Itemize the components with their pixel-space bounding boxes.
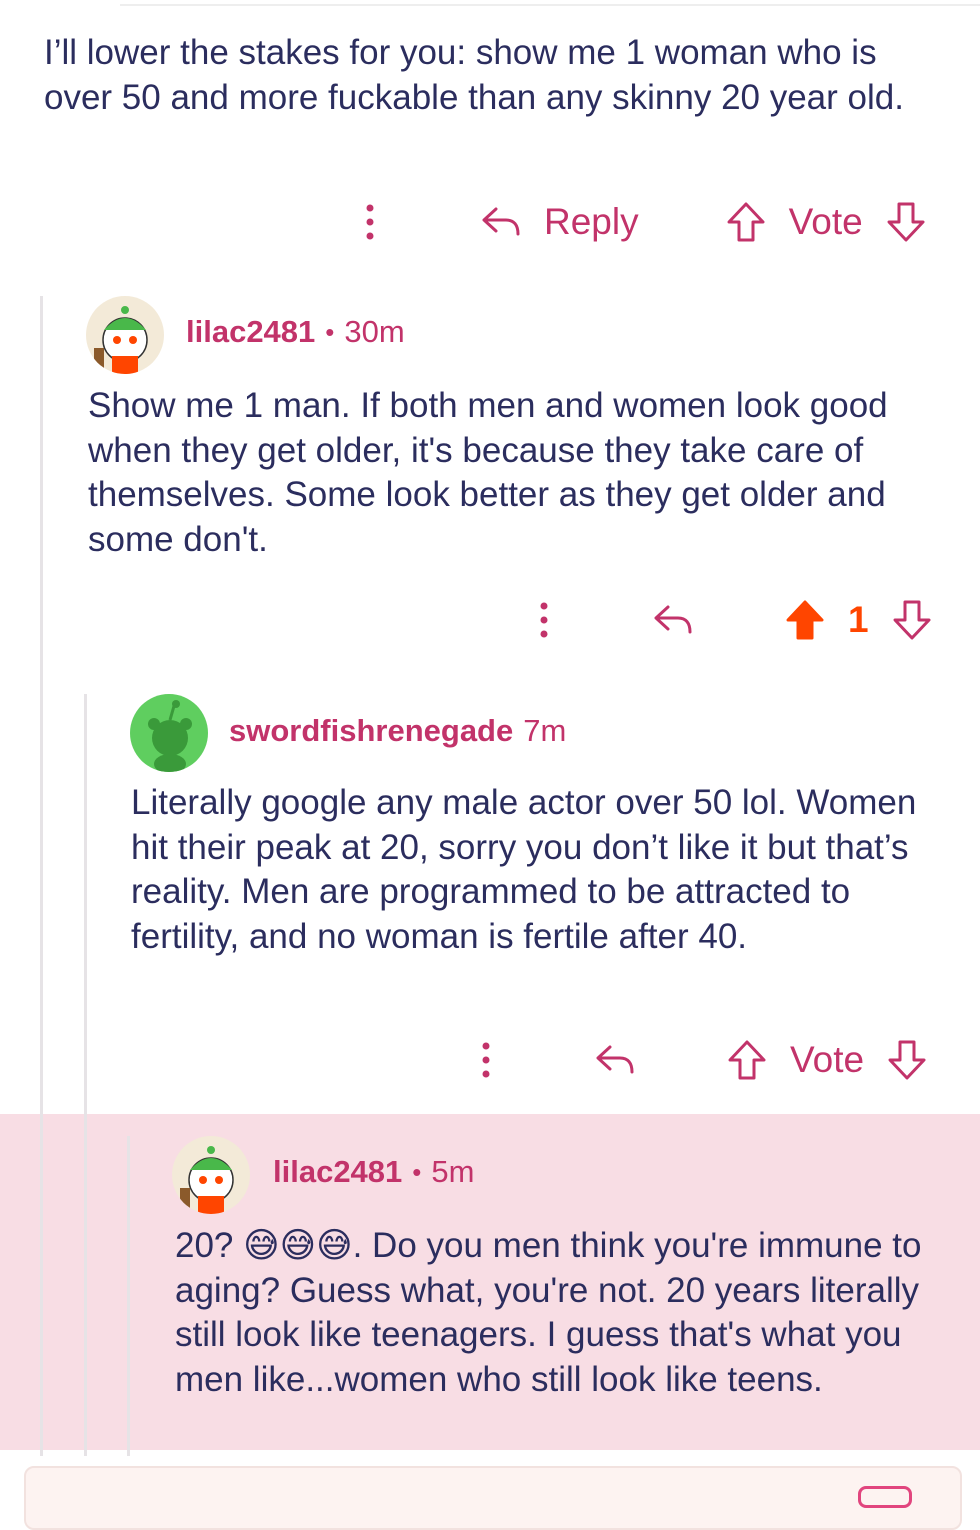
comment-1-more-button[interactable] — [356, 204, 384, 240]
reply-arrow-icon — [482, 207, 520, 236]
comment-3-actions: Vote — [472, 1034, 928, 1086]
downvote-arrow-icon — [893, 600, 931, 640]
comment-3-vote-label: Vote — [790, 1039, 865, 1080]
downvote-arrow-icon — [888, 1040, 926, 1080]
comment-3: Literally google any male actor over 50 … — [131, 781, 941, 959]
comment-3-downvote-button[interactable] — [886, 1038, 928, 1082]
snoo-avatar-icon — [94, 306, 148, 374]
comment-1-vote-label: Vote — [788, 201, 863, 242]
comment-2-username[interactable]: lilac2481 — [186, 314, 315, 350]
comment-1-actions: Reply Vote — [356, 196, 927, 248]
snoo-avatar-icon — [180, 1146, 234, 1214]
reply-label: Reply — [544, 201, 639, 242]
avatar-partial[interactable] — [48, 0, 114, 20]
reply-arrow-icon — [654, 605, 692, 634]
comment-2-actions: 1 — [530, 594, 933, 646]
comment-4: 20? 😅😅😅. Do you men think you're immune … — [175, 1224, 945, 1402]
comment-1: I’ll lower the stakes for you: show me 1… — [44, 31, 954, 120]
comment-2: Show me 1 man. If both men and women loo… — [88, 384, 948, 562]
comment-4-avatar[interactable] — [172, 1136, 250, 1214]
comment-2-reply-button[interactable] — [652, 602, 694, 638]
reply-arrow-icon — [596, 1045, 634, 1074]
comment-4-meta: lilac2481 • 5m — [273, 1154, 474, 1190]
comment-3-meta: swordfishrenegade 7m — [229, 713, 566, 749]
comment-3-time: 7m — [523, 713, 567, 748]
comment-2-meta: lilac2481 • 30m — [186, 314, 405, 350]
more-vertical-icon — [366, 204, 374, 240]
comment-2-downvote-button[interactable] — [891, 598, 933, 642]
comment-4-separator: • — [412, 1156, 422, 1187]
composer-button[interactable] — [858, 1486, 912, 1508]
comment-2-separator: • — [325, 316, 335, 347]
comment-3-more-button[interactable] — [472, 1042, 500, 1078]
comment-1-reply-button[interactable]: Reply — [480, 201, 639, 243]
comment-4-body-prefix: 20? — [175, 1226, 244, 1265]
upvote-arrow-icon — [727, 202, 765, 242]
comment-3-username[interactable]: swordfishrenegade — [229, 713, 513, 749]
thread-line-level-3[interactable] — [127, 1136, 130, 1456]
comment-2-upvote-button[interactable] — [784, 598, 826, 642]
comment-2-vote-count: 1 — [848, 599, 869, 640]
comment-3-reply-button[interactable] — [594, 1042, 636, 1078]
comment-4-time: 5m — [431, 1154, 475, 1189]
comment-3-upvote-button[interactable] — [726, 1038, 768, 1082]
comment-1-upvote-button[interactable] — [725, 200, 767, 244]
snoo-silhouette-icon — [148, 700, 192, 772]
reply-composer[interactable] — [24, 1466, 962, 1530]
comment-1-body: I’ll lower the stakes for you: show me 1… — [44, 33, 904, 117]
comment-4-username[interactable]: lilac2481 — [273, 1154, 402, 1190]
more-vertical-icon — [540, 602, 548, 638]
comment-2-more-button[interactable] — [530, 602, 558, 638]
comment-2-body: Show me 1 man. If both men and women loo… — [88, 386, 888, 559]
upvote-arrow-icon — [728, 1040, 766, 1080]
comment-3-avatar[interactable] — [130, 694, 208, 772]
sweat-smile-emojis: 😅😅😅 — [243, 1226, 353, 1266]
downvote-arrow-icon — [887, 202, 925, 242]
more-vertical-icon — [482, 1042, 490, 1078]
thread-line-level-1[interactable] — [40, 296, 43, 1456]
thread-line-level-2[interactable] — [84, 694, 87, 1456]
comment-2-time: 30m — [344, 314, 405, 349]
comment-3-body: Literally google any male actor over 50 … — [131, 783, 917, 956]
comment-4-body-paragraph: 20? 😅😅😅. Do you men think you're immune … — [175, 1224, 945, 1402]
top-divider — [120, 4, 980, 6]
comment-1-downvote-button[interactable] — [885, 200, 927, 244]
upvote-arrow-filled-icon — [786, 600, 824, 640]
comment-2-avatar[interactable] — [86, 296, 164, 374]
